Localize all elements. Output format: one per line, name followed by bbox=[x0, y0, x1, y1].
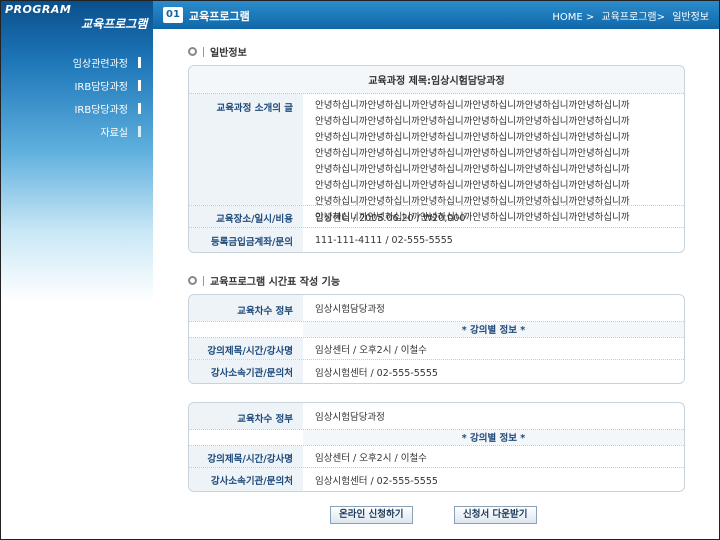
place-row: 교육장소/일시/비용 임상센터 / 2005.06.20 / ₩20,000 bbox=[189, 206, 684, 228]
lecture-label: 강의제목/시간/강사명 bbox=[189, 338, 303, 359]
bar-icon bbox=[138, 57, 141, 68]
lecture-label: 강의제목/시간/강사명 bbox=[189, 446, 303, 467]
spacer bbox=[189, 430, 303, 445]
org-label: 강사소속기관/문의처 bbox=[189, 360, 303, 383]
place-label: 교육장소/일시/비용 bbox=[189, 206, 303, 227]
intro-line: 안녕하십니까안녕하십니까안녕하십니까안녕하십니까안녕하십니까안녕하십니까 bbox=[315, 132, 630, 143]
spacer bbox=[189, 322, 303, 337]
session-label: 교육차수 정부 bbox=[189, 403, 303, 429]
sidebar-item-label: 임상관련과정 bbox=[72, 59, 128, 70]
divider bbox=[203, 275, 204, 286]
account-value: 111-111-4111 / 02-555-5555 bbox=[315, 234, 453, 246]
session-label: 교육차수 정부 bbox=[189, 295, 303, 321]
course-title: 교육과정 제목:임상시험담당과정 bbox=[189, 66, 684, 94]
intro-line: 안녕하십니까안녕하십니까안녕하십니까안녕하십니까안녕하십니까안녕하십니까 bbox=[315, 116, 630, 127]
sidebar-item-irb-course-2[interactable]: IRB당당과정 bbox=[1, 97, 153, 120]
place-value: 임상센터 / 2005.06.20 / ₩20,000 bbox=[315, 212, 466, 224]
bar-icon bbox=[138, 80, 141, 91]
page-header: 01 교육프로그램 HOME > 교육프로그램> 일반정보 bbox=[153, 1, 719, 29]
sidebar-menu: 임상관련과정 IRB담당과정 IRB당당과정 자료실 bbox=[1, 51, 153, 143]
account-row: 등록금입금계좌/문의 111-111-4111 / 02-555-5555 bbox=[189, 228, 684, 252]
lecture-info-caption: * 강의별 정보 * bbox=[303, 322, 684, 337]
account-label: 등록금입금계좌/문의 bbox=[189, 228, 303, 252]
apply-online-button[interactable]: 온라인 신청하기 bbox=[330, 506, 413, 524]
general-info-heading: 일반정보 bbox=[188, 44, 247, 59]
intro-label: 교육과정 소개의 글 bbox=[189, 94, 303, 205]
org-label: 강사소속기관/문의처 bbox=[189, 468, 303, 491]
org-row: 강사소속기관/문의처 임상시험센터 / 02-555-5555 bbox=[189, 360, 684, 383]
session-value: 임상시험담당과정 bbox=[315, 304, 385, 315]
sidebar-brand: PROGRAM 교육프로그램 bbox=[1, 1, 153, 37]
lecture-row: 강의제목/시간/강사명 임상센터 / 오후2시 / 이철수 bbox=[189, 338, 684, 360]
timetable-box: 교육차수 정부 임상시험담당과정 * 강의별 정보 * 강의제목/시간/강사명 … bbox=[188, 294, 685, 384]
general-info-heading-text: 일반정보 bbox=[210, 48, 247, 59]
sidebar-item-clinical-course[interactable]: 임상관련과정 bbox=[1, 51, 153, 74]
page-title: 교육프로그램 bbox=[189, 10, 250, 23]
sidebar-item-label: 자료실 bbox=[100, 128, 128, 139]
session-row: 교육차수 정부 임상시험담당과정 bbox=[189, 295, 684, 322]
sidebar-item-irb-course[interactable]: IRB담당과정 bbox=[1, 74, 153, 97]
download-form-button[interactable]: 신청서 다운받기 bbox=[454, 506, 537, 524]
sidebar: PROGRAM 교육프로그램 임상관련과정 IRB담당과정 IRB당당과정 자료… bbox=[1, 1, 153, 539]
lecture-info-caption: * 강의별 정보 * bbox=[303, 430, 684, 445]
sidebar-item-label: IRB담당과정 bbox=[74, 82, 128, 93]
session-value: 임상시험담당과정 bbox=[315, 412, 385, 423]
lecture-value: 임상센터 / 오후2시 / 이철수 bbox=[315, 344, 427, 356]
breadcrumb-current: 일반정보 bbox=[672, 12, 709, 23]
bar-icon bbox=[138, 103, 141, 114]
sidebar-item-label: IRB당당과정 bbox=[74, 105, 128, 116]
breadcrumb-program[interactable]: 교육프로그램> bbox=[601, 12, 665, 23]
circle-bullet-icon bbox=[188, 276, 197, 285]
general-info-box: 교육과정 제목:임상시험담당과정 교육과정 소개의 글 안녕하십니까안녕하십니까… bbox=[188, 65, 685, 253]
timetable-heading: 교육프로그램 시간표 작성 기능 bbox=[188, 273, 340, 288]
breadcrumb: HOME > 교육프로그램> 일반정보 bbox=[548, 8, 709, 23]
breadcrumb-home[interactable]: HOME > bbox=[552, 12, 594, 23]
section-number-badge: 01 bbox=[163, 7, 183, 23]
intro-line: 안녕하십니까안녕하십니까안녕하십니까안녕하십니까안녕하십니까안녕하십니까 bbox=[315, 180, 630, 191]
org-value: 임상시험센터 / 02-555-5555 bbox=[315, 367, 438, 379]
lecture-info-row: * 강의별 정보 * bbox=[189, 430, 684, 446]
circle-bullet-icon bbox=[188, 47, 197, 56]
lecture-value: 임상센터 / 오후2시 / 이철수 bbox=[315, 452, 427, 464]
org-value: 임상시험센터 / 02-555-5555 bbox=[315, 475, 438, 487]
intro-line: 안녕하십니까안녕하십니까안녕하십니까안녕하십니까안녕하십니까안녕하십니까 bbox=[315, 100, 630, 111]
intro-row: 교육과정 소개의 글 안녕하십니까안녕하십니까안녕하십니까안녕하십니까안녕하십니… bbox=[189, 94, 684, 223]
intro-line: 안녕하십니까안녕하십니까안녕하십니까안녕하십니까안녕하십니까안녕하십니까 bbox=[315, 148, 630, 159]
org-row: 강사소속기관/문의처 임상시험센터 / 02-555-5555 bbox=[189, 468, 684, 491]
brand-korean: 교육프로그램 bbox=[81, 17, 148, 31]
lecture-info-row: * 강의별 정보 * bbox=[189, 322, 684, 338]
session-row: 교육차수 정부 임상시험담당과정 bbox=[189, 403, 684, 430]
timetable-box: 교육차수 정부 임상시험담당과정 * 강의별 정보 * 강의제목/시간/강사명 … bbox=[188, 402, 685, 492]
lecture-row: 강의제목/시간/강사명 임상센터 / 오후2시 / 이철수 bbox=[189, 446, 684, 468]
divider bbox=[203, 46, 204, 57]
intro-text: 안녕하십니까안녕하십니까안녕하십니까안녕하십니까안녕하십니까안녕하십니까 안녕하… bbox=[303, 94, 684, 223]
brand-english: PROGRAM bbox=[5, 3, 72, 16]
bar-icon bbox=[138, 126, 141, 137]
intro-line: 안녕하십니까안녕하십니까안녕하십니까안녕하십니까안녕하십니까안녕하십니까 bbox=[315, 164, 630, 175]
sidebar-item-resources[interactable]: 자료실 bbox=[1, 120, 153, 143]
timetable-heading-text: 교육프로그램 시간표 작성 기능 bbox=[210, 277, 341, 288]
